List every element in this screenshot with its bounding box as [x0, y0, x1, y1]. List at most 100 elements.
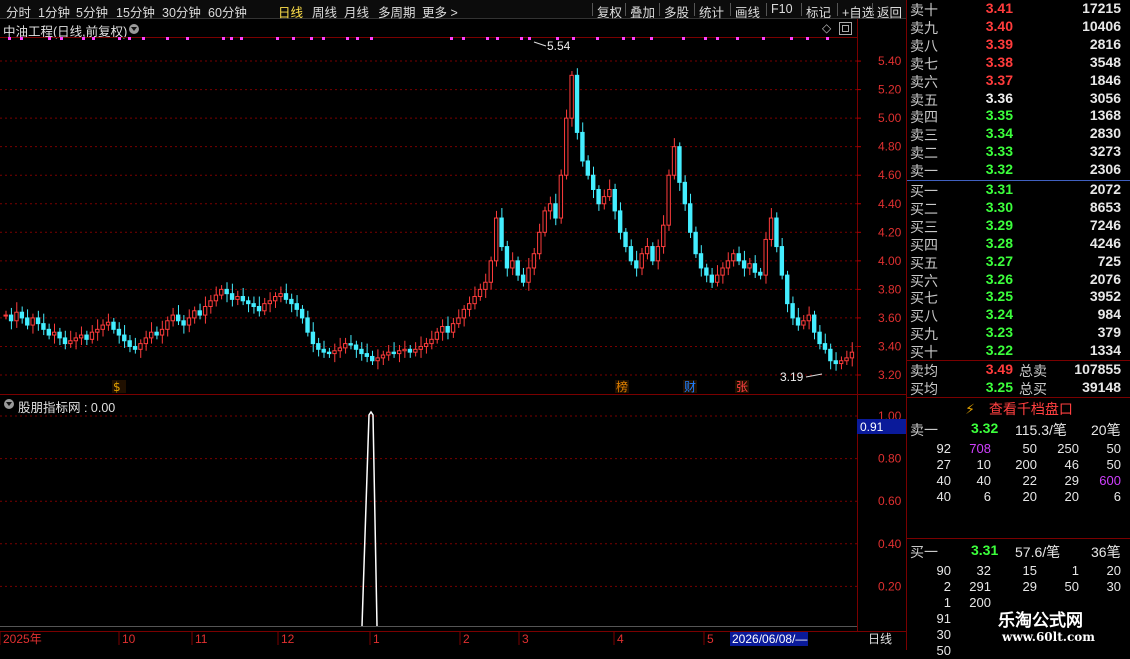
level-price: 3.22: [985, 342, 1013, 359]
bid-level[interactable]: 买二 3.30 8653: [907, 199, 1130, 217]
signal-dot: [118, 37, 121, 40]
qianfang-label: 查看千档盘口: [988, 401, 1073, 417]
queue-cell: 2: [943, 579, 951, 594]
bid-level[interactable]: 买五 3.27 725: [907, 253, 1130, 271]
bid-level[interactable]: 买九 3.23 379: [907, 324, 1130, 342]
level-price: 3.25: [985, 288, 1013, 305]
candle-body: [181, 320, 186, 326]
candle-body: [132, 345, 138, 350]
bid-level[interactable]: 买四 3.28 4246: [907, 235, 1130, 253]
candle-body: [671, 146, 677, 176]
candle-body: [337, 347, 343, 352]
level-price: 3.37: [985, 71, 1013, 88]
queue-row: 91: [907, 611, 1130, 627]
ask-level[interactable]: 卖六 3.37 1846: [907, 72, 1130, 90]
candle-body: [655, 246, 661, 262]
signal-dot: [356, 37, 359, 40]
indicator-spike: [361, 410, 378, 627]
candle-body: [402, 348, 407, 352]
indicator-title: 股朋指标网 : 0.00: [18, 401, 116, 415]
ask-level[interactable]: 卖二 3.33 3273: [907, 143, 1130, 161]
ask-level[interactable]: 卖四 3.35 1368: [907, 107, 1130, 125]
ask-level[interactable]: 卖九 3.40 10406: [907, 18, 1130, 36]
price-tick-label: 4.60: [878, 168, 902, 182]
candle-body: [229, 293, 235, 300]
level-price: 3.26: [985, 270, 1013, 287]
level-volume: 2306: [1089, 161, 1121, 178]
bid-level[interactable]: 买六 3.26 2076: [907, 271, 1130, 289]
x-axis-label: 11: [195, 632, 208, 646]
ask-level[interactable]: 卖七 3.38 3548: [907, 54, 1130, 72]
bid-level[interactable]: 买八 3.24 984: [907, 306, 1130, 324]
candle-body: [822, 343, 828, 350]
candle-body: [682, 181, 688, 205]
candle-body: [601, 196, 607, 205]
kline-chart[interactable]: 5.40 5.20 5.00 4.80 4.60 4.40 4.20 4.00 3.80 3.60…: [0, 0, 906, 650]
queue-cell: 32: [976, 563, 991, 578]
signal-dot: [650, 37, 653, 40]
candle-body: [607, 188, 612, 198]
ask-level[interactable]: 卖一 3.32 2306: [907, 161, 1130, 179]
bid-level[interactable]: 买七 3.25 3952: [907, 288, 1130, 306]
candle-body: [240, 296, 246, 302]
candle-body: [801, 320, 806, 326]
level-price: 3.29: [985, 216, 1013, 233]
level-price: 3.28: [985, 234, 1013, 251]
candle-body: [278, 293, 283, 298]
order-book-panel: 卖十 3.41 17215 卖九 3.40 10406 卖八 3.39 2816 卖七 3.38 35…: [906, 0, 1130, 658]
candle-body: [30, 317, 35, 326]
queue-cell: 50: [1106, 441, 1121, 456]
level-volume: 2076: [1089, 270, 1121, 287]
level-price: 3.23: [985, 324, 1013, 341]
candle-body: [634, 260, 639, 269]
bid-level[interactable]: 买一 3.31 2072: [907, 181, 1130, 199]
candle-body: [213, 294, 219, 302]
price-tick-label: 3.60: [878, 311, 902, 325]
ask-level[interactable]: 卖八 3.39 2816: [907, 36, 1130, 54]
bid-level[interactable]: 买十 3.22 1334: [907, 342, 1130, 360]
ask-level[interactable]: 卖三 3.34 2830: [907, 125, 1130, 143]
level-price: 3.40: [985, 17, 1013, 34]
indicator-menu-icon[interactable]: [4, 399, 14, 409]
level-volume: 1846: [1089, 71, 1121, 88]
date-box-text: 2026/06/08/—: [732, 632, 807, 646]
candle-body: [520, 274, 526, 283]
level-price: 3.33: [985, 143, 1013, 160]
event-marker: 财: [684, 380, 696, 394]
queue-cell: 30: [936, 627, 951, 642]
ask-level[interactable]: 卖十 3.41 17215: [907, 0, 1130, 18]
candle-body: [353, 344, 359, 350]
qianfang-button[interactable]: ⚡ 查看千档盘口: [907, 399, 1130, 419]
ind-tick-label: 0.40: [878, 537, 902, 551]
candle-body: [790, 303, 795, 319]
candle-body: [483, 281, 488, 290]
candle-body: [73, 337, 78, 342]
ask-level[interactable]: 卖五 3.36 3056: [907, 90, 1130, 108]
ask-summary-row: 卖均 3.49 总卖 107855: [907, 361, 1130, 379]
candle-body: [267, 300, 272, 305]
bid-level[interactable]: 买三 3.29 7246: [907, 217, 1130, 235]
candle-body: [779, 246, 785, 276]
signal-dot: [596, 37, 599, 40]
level-volume: 10406: [1082, 17, 1121, 34]
candle-body: [391, 351, 396, 355]
lightning-icon: ⚡: [965, 401, 975, 417]
candle-body: [316, 343, 321, 350]
level-volume: 1334: [1089, 342, 1121, 359]
candle-body: [46, 328, 52, 336]
queue-cell: 708: [969, 441, 991, 456]
queue-cell: 90: [936, 563, 951, 578]
queue-cell: 6: [1113, 489, 1121, 504]
x-axis-label: 5: [707, 632, 714, 646]
x-axis-label: 2: [463, 632, 470, 646]
candle-body: [434, 331, 440, 340]
candle-body: [413, 348, 418, 353]
period-label: 日线: [868, 632, 892, 646]
summary-field: 3.49: [985, 361, 1013, 377]
candle-body: [84, 334, 89, 340]
candle-body: [585, 160, 591, 176]
queue-field: 36笔: [1091, 544, 1121, 560]
level-volume: 7246: [1089, 216, 1121, 233]
signal-dot: [240, 37, 243, 40]
candle-body: [785, 274, 790, 305]
